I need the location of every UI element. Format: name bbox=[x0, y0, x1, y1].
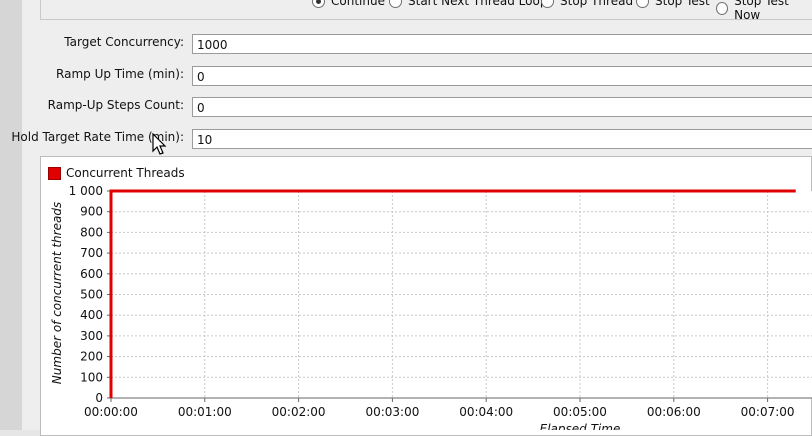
y-tick-label: 100 bbox=[80, 370, 103, 384]
x-tick-label: 00:04:00 bbox=[459, 405, 513, 419]
x-axis-title: Elapsed Time bbox=[540, 422, 621, 430]
y-tick-label: 800 bbox=[80, 225, 103, 239]
x-tick-label: 00:02:00 bbox=[272, 405, 326, 419]
x-tick-label: 00:06:00 bbox=[647, 405, 701, 419]
y-tick-label: 700 bbox=[80, 246, 103, 260]
y-axis-title: Number of concurrent threads bbox=[50, 202, 64, 384]
y-tick-label: 500 bbox=[80, 288, 103, 302]
x-tick-label: 00:03:00 bbox=[365, 405, 419, 419]
x-tick-label: 00:01:00 bbox=[178, 405, 232, 419]
x-tick-label: 00:00:00 bbox=[84, 405, 138, 419]
mouse-pointer-icon bbox=[152, 133, 167, 155]
y-tick-label: 0 bbox=[95, 391, 103, 405]
y-tick-label: 900 bbox=[80, 205, 103, 219]
y-tick-label: 1 000 bbox=[69, 184, 103, 198]
x-tick-label: 00:07:00 bbox=[741, 405, 795, 419]
x-tick-label: 00:05:00 bbox=[553, 405, 607, 419]
concurrency-chart: 1 000900800700600500400300200100000:00:0… bbox=[50, 184, 812, 430]
y-tick-label: 400 bbox=[80, 308, 103, 322]
y-tick-label: 200 bbox=[80, 350, 103, 364]
y-tick-label: 600 bbox=[80, 267, 103, 281]
y-tick-label: 300 bbox=[80, 329, 103, 343]
